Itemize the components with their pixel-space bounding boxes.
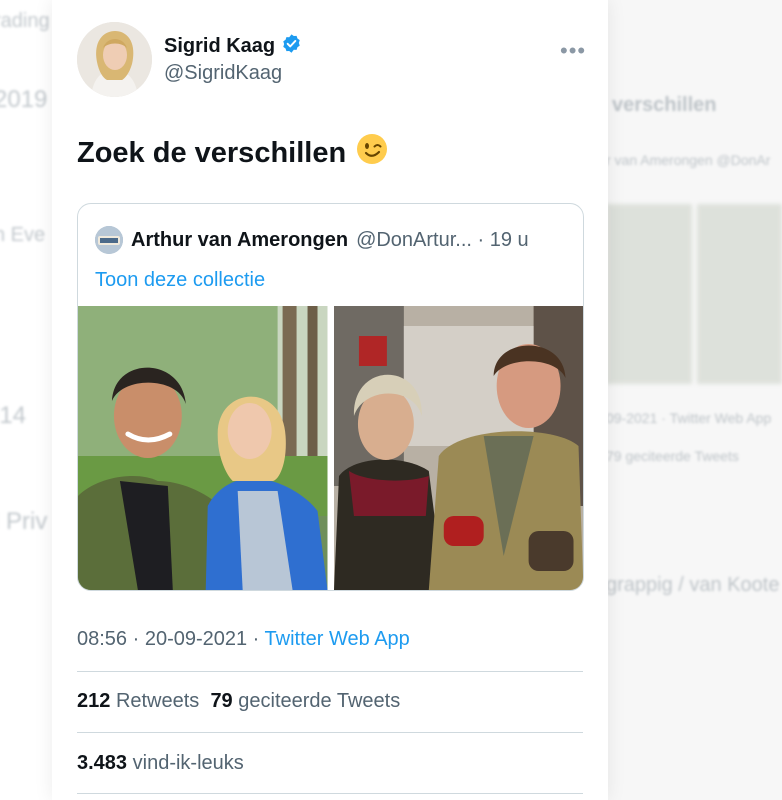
photo-selfie-forest[interactable] <box>78 306 328 590</box>
quote-tweets-link[interactable]: 79 geciteerde Tweets <box>210 690 400 712</box>
quoted-author-name: Arthur van Amerongen <box>131 228 349 251</box>
tweet-text: Zoek de verschillen <box>77 133 388 173</box>
quotes-label: geciteerde Tweets <box>238 690 401 712</box>
author-display-name[interactable]: Sigrid Kaag <box>164 35 275 58</box>
quoted-media <box>78 306 583 590</box>
winking-face-icon <box>356 133 388 173</box>
divider <box>77 671 583 672</box>
background-image <box>697 204 782 384</box>
background-text: verschillen <box>612 94 717 116</box>
background-text: grappig / van Koote <box>606 574 780 596</box>
tweet-source-link[interactable]: Twitter Web App <box>265 628 410 650</box>
background-text: l14 <box>0 402 27 429</box>
quoted-handle-time: @DonArtur... · 19 u <box>356 228 529 251</box>
show-collection-link[interactable]: Toon deze collectie <box>95 269 265 292</box>
likes-label: vind-ik-leuks <box>132 752 244 774</box>
divider <box>77 793 583 794</box>
background-text: rading <box>0 10 50 32</box>
background-text: 09-2021 · Twitter Web App <box>606 410 772 426</box>
background-text: 2019 <box>0 86 48 113</box>
retweet-stats: 212 Retweets 79 geciteerde Tweets <box>77 690 400 713</box>
quoted-tweet[interactable]: Arthur van Amerongen @DonArtur... · 19 u… <box>77 203 584 591</box>
background-image <box>606 204 692 384</box>
quoted-tweet-header: Arthur van Amerongen @DonArtur... · 19 u <box>95 226 529 254</box>
retweets-count: 212 <box>77 690 111 712</box>
divider <box>77 732 583 733</box>
retweets-link[interactable]: 212 Retweets <box>77 690 199 712</box>
background-panel <box>600 0 782 800</box>
likes-stats[interactable]: 3.483 vind-ik-leuks <box>77 752 244 775</box>
retweets-label: Retweets <box>115 690 200 712</box>
tweet-text-content: Zoek de verschillen <box>77 136 347 169</box>
background-text: 79 geciteerde Tweets <box>606 448 739 464</box>
background-text: n Eve <box>0 224 46 246</box>
verified-badge-icon <box>281 33 302 59</box>
tweet-timestamp-line: 08:56 · 20-09-2021 · Twitter Web App <box>77 628 410 651</box>
quotes-count: 79 <box>210 690 233 712</box>
background-text: r van Amerongen @DonAr <box>606 152 771 168</box>
tweet-card: Sigrid Kaag @SigridKaag ••• Zoek de vers… <box>52 0 608 800</box>
tweet-timestamp[interactable]: 08:56 · 20-09-2021 · <box>77 628 265 650</box>
avatar[interactable] <box>77 22 152 97</box>
likes-count: 3.483 <box>77 752 128 774</box>
quoted-avatar <box>95 226 123 254</box>
author-handle[interactable]: @SigridKaag <box>164 62 282 85</box>
author-name-row[interactable]: Sigrid Kaag <box>164 33 302 59</box>
more-options-icon[interactable]: ••• <box>560 38 586 64</box>
background-text: l Priv <box>0 508 48 535</box>
photo-street-duo[interactable] <box>333 306 583 590</box>
